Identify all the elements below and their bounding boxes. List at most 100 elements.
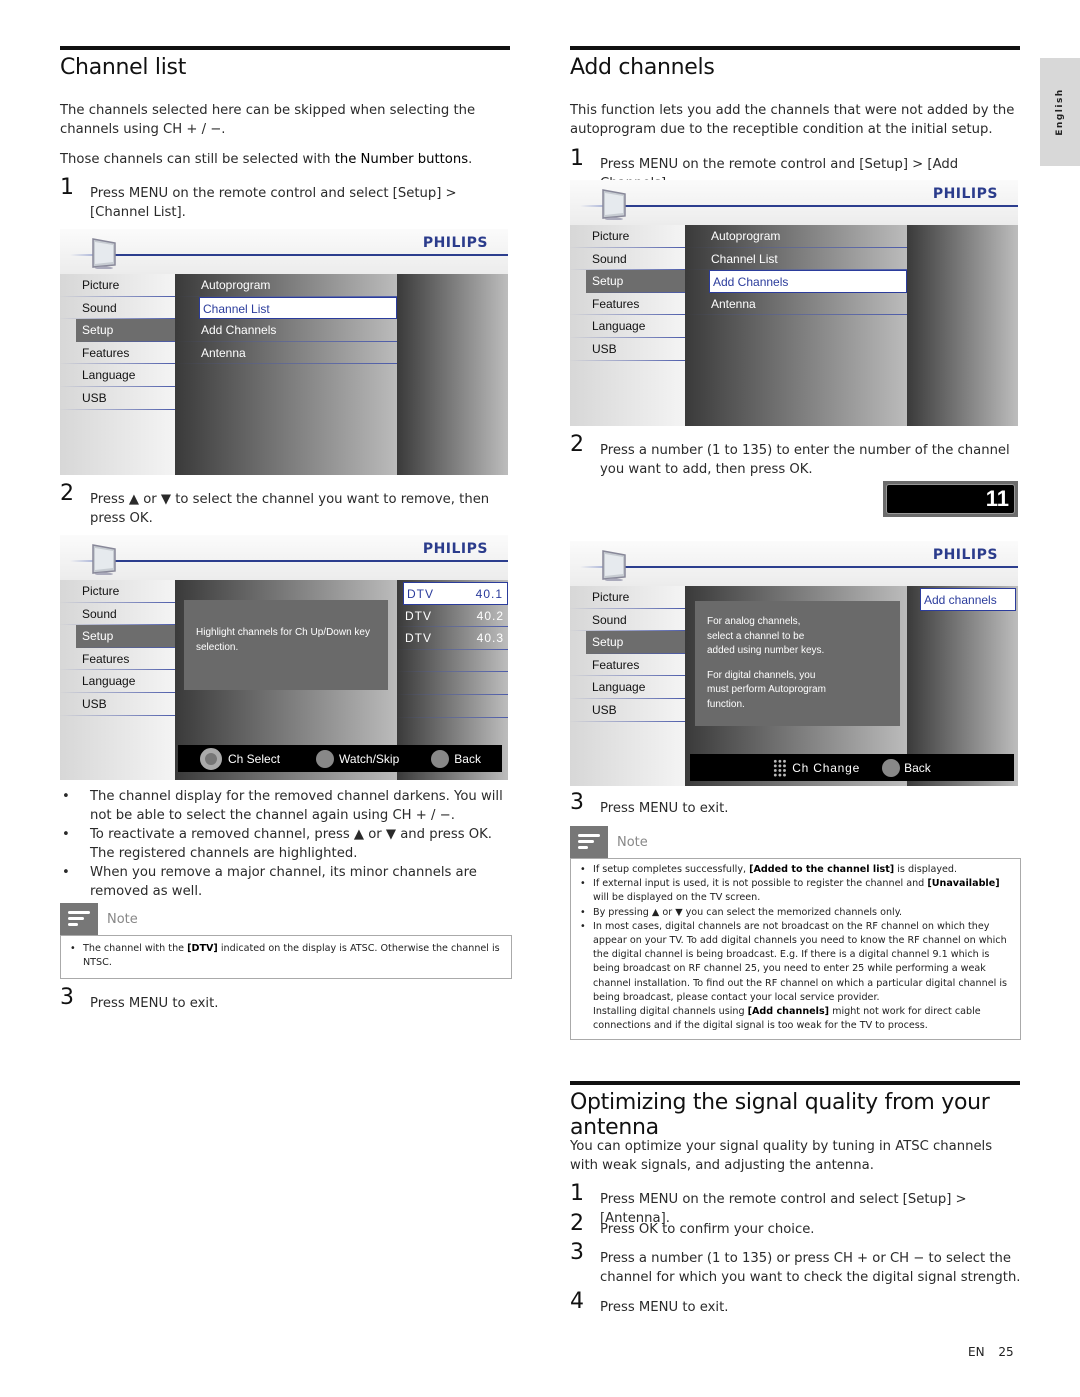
- menu-item-usb[interactable]: USB: [60, 692, 175, 716]
- channel-row[interactable]: DTV 40.2: [397, 604, 508, 628]
- section-rule: [60, 46, 510, 50]
- menu-item-picture[interactable]: Picture: [60, 580, 175, 603]
- menu-item-features[interactable]: Features: [570, 292, 685, 316]
- channel-row-empty: [397, 694, 508, 718]
- tv-icon: [602, 550, 626, 581]
- back-button-icon: [882, 758, 901, 777]
- add-step-1: 1 Press MENU on the remote control and [S…: [570, 146, 959, 192]
- note-icon: [60, 903, 98, 935]
- menu-item-sound[interactable]: Sound: [60, 602, 175, 626]
- tv-setup-menu-add-channels: PHILIPS Picture Sound Setup Features Lan…: [570, 180, 1018, 426]
- submenu-antenna[interactable]: Antenna: [175, 341, 397, 365]
- footer-lang: EN: [968, 1345, 985, 1359]
- add-channels-title: Add channels: [570, 55, 715, 80]
- add-step-2: 2 Press a number (1 to 135) to enter the …: [570, 432, 1010, 478]
- channel-row[interactable]: DTV 40.3: [397, 627, 508, 650]
- submenu-autoprogram[interactable]: Autoprogram: [175, 274, 397, 297]
- step-1: 1 Press MENU on the remote control and se…: [60, 175, 457, 221]
- tv-icon: [92, 238, 116, 269]
- add-channels-info-box: For analog channels, select a channel to…: [695, 601, 900, 726]
- note-item: The channel with the [DTV] indicated on …: [69, 942, 503, 970]
- info-analog: For analog channels, select a channel to…: [707, 616, 825, 656]
- menu-item-language[interactable]: Language: [570, 676, 685, 699]
- note-label: Note: [617, 834, 648, 850]
- channel-list-title: Channel list: [60, 55, 187, 80]
- menu-item-setup[interactable]: Setup: [76, 319, 175, 342]
- note-add-channels: Note If setup completes successfully, [A…: [570, 826, 1021, 1041]
- bullet-item: The channel display for the removed chan…: [60, 788, 512, 825]
- menu-item-usb[interactable]: USB: [60, 386, 175, 410]
- note-item: By pressing ▲ or ▼ you can select the me…: [579, 906, 1012, 920]
- menu-item-usb[interactable]: USB: [570, 698, 685, 722]
- optimize-step-2: 2 Press OK to confirm your choice.: [570, 1211, 815, 1238]
- button-bar: Ch Change Back: [690, 754, 1014, 781]
- back-button-icon: [431, 749, 450, 768]
- menu-item-picture[interactable]: Picture: [60, 274, 175, 297]
- tv-icon: [92, 544, 116, 575]
- keypad-icon: [773, 758, 788, 777]
- menu-item-picture[interactable]: Picture: [570, 586, 685, 609]
- submenu-autoprogram[interactable]: Autoprogram: [685, 225, 907, 248]
- menu-item-setup[interactable]: Setup: [586, 270, 685, 293]
- menu-item-language[interactable]: Language: [60, 670, 175, 693]
- optimize-intro: You can optimize your signal quality by …: [570, 1139, 993, 1173]
- back-label: Back: [904, 760, 931, 775]
- menu-item-picture[interactable]: Picture: [570, 225, 685, 248]
- note-item: If external input is used, it is not pos…: [579, 877, 1012, 905]
- menu-item-language[interactable]: Language: [570, 315, 685, 338]
- tv-channel-list-screen: PHILIPS Picture Sound Setup Features Lan…: [60, 535, 508, 780]
- step-2: 2 Press ▲ or ▼ to select the channel you …: [60, 481, 490, 527]
- section-rule: [570, 1081, 1020, 1085]
- channel-list-bullets: The channel display for the removed chan…: [60, 788, 512, 902]
- submenu-antenna[interactable]: Antenna: [685, 292, 907, 316]
- menu-item-sound[interactable]: Sound: [60, 296, 175, 320]
- section-rule: [570, 46, 1020, 50]
- philips-logo: PHILIPS: [932, 186, 998, 202]
- channel-number-display: 11: [883, 481, 1018, 517]
- channel-list-intro: The channels selected here can be skippe…: [60, 103, 476, 137]
- submenu-channel-list[interactable]: Channel List: [685, 247, 907, 271]
- menu-item-sound[interactable]: Sound: [570, 608, 685, 632]
- submenu-add-channels[interactable]: Add Channels: [709, 270, 907, 293]
- step-3: 3 Press MENU to exit.: [60, 985, 219, 1012]
- ok-button-icon: [316, 749, 335, 768]
- note-channel-list: Note The channel with the [DTV] indicate…: [60, 903, 512, 980]
- add-step-3: 3 Press MENU to exit.: [570, 790, 729, 817]
- bullet-item: When you remove a major channel, its min…: [60, 864, 512, 901]
- menu-item-features[interactable]: Features: [60, 647, 175, 671]
- philips-logo: PHILIPS: [422, 235, 488, 251]
- tv-setup-menu-channel-list: PHILIPS Picture Sound Setup Features Lan…: [60, 229, 508, 475]
- submenu-channel-list[interactable]: Channel List: [199, 296, 397, 320]
- channel-row[interactable]: DTV 40.1: [403, 582, 508, 605]
- optimize-step-1: 1 Press MENU on the remote control and se…: [570, 1181, 967, 1227]
- info-digital: For digital channels, you must perform A…: [707, 669, 826, 710]
- optimize-step-4: 4 Press MENU to exit.: [570, 1289, 729, 1316]
- bullet-item: To reactivate a removed channel, press ▲…: [60, 826, 512, 863]
- watch-skip-label: Watch/Skip: [339, 751, 400, 766]
- optimize-step-3: 3 Press a number (1 to 135) or press CH +…: [570, 1240, 1021, 1286]
- menu-item-language[interactable]: Language: [60, 364, 175, 387]
- add-channels-option[interactable]: Add channels: [920, 588, 1016, 611]
- note-icon: [570, 826, 608, 858]
- page-footer: EN 25: [968, 1345, 1014, 1359]
- menu-item-setup[interactable]: Setup: [76, 625, 175, 648]
- channel-number-value: 11: [886, 484, 1015, 514]
- submenu-add-channels[interactable]: Add Channels: [175, 319, 397, 342]
- note-item: In most cases, digital channels are not …: [579, 920, 1012, 1034]
- dpad-icon: [200, 747, 222, 770]
- channel-list-intro-2: Those channels can still be selected wit…: [60, 152, 473, 167]
- tv-icon: [602, 189, 626, 220]
- menu-item-usb[interactable]: USB: [570, 337, 685, 361]
- menu-item-setup[interactable]: Setup: [586, 631, 685, 654]
- philips-logo: PHILIPS: [422, 541, 488, 557]
- tv-add-channels-screen: PHILIPS Picture Sound Setup Features Lan…: [570, 541, 1018, 786]
- menu-item-features[interactable]: Features: [570, 653, 685, 677]
- ch-change-label: Ch Change: [792, 760, 861, 775]
- menu-item-features[interactable]: Features: [60, 341, 175, 365]
- note-label: Note: [107, 911, 138, 927]
- page-number: 25: [998, 1345, 1014, 1359]
- language-side-tab: English: [1040, 58, 1080, 166]
- menu-item-sound[interactable]: Sound: [570, 247, 685, 271]
- channel-row-empty: [397, 672, 508, 695]
- back-label: Back: [454, 751, 481, 766]
